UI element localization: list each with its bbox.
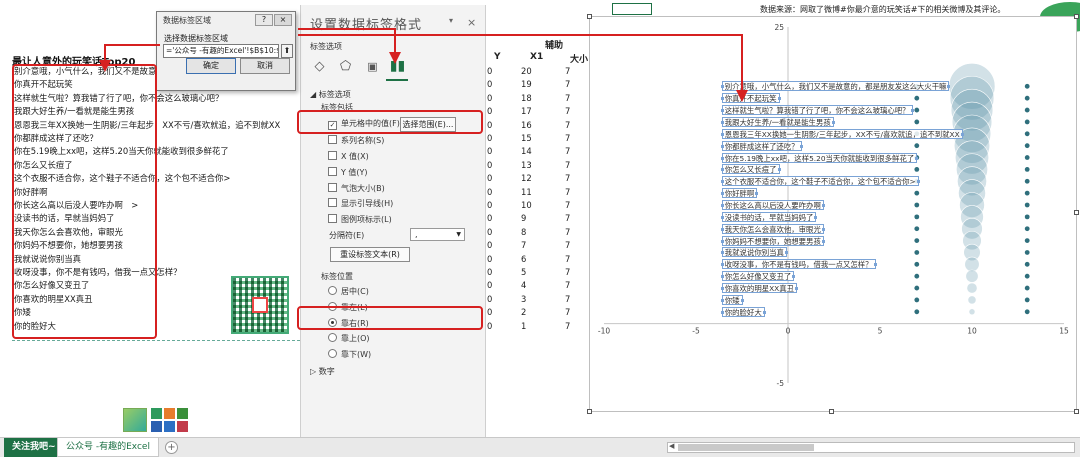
sheet-tab-bar: 关注我吧~ 公众号 -有趣的Excel + ◀: [0, 437, 1080, 457]
sheet-tab-follow[interactable]: 关注我吧~: [4, 438, 64, 457]
scrollbar-thumb[interactable]: [678, 444, 814, 451]
horizontal-scrollbar[interactable]: ◀: [667, 442, 1075, 453]
scroll-left-icon[interactable]: ◀: [669, 442, 674, 450]
sheet-tab-excel[interactable]: 公众号 -有趣的Excel: [57, 438, 159, 457]
annotation-arrows: [99, 28, 748, 102]
add-sheet-icon[interactable]: +: [165, 441, 178, 454]
